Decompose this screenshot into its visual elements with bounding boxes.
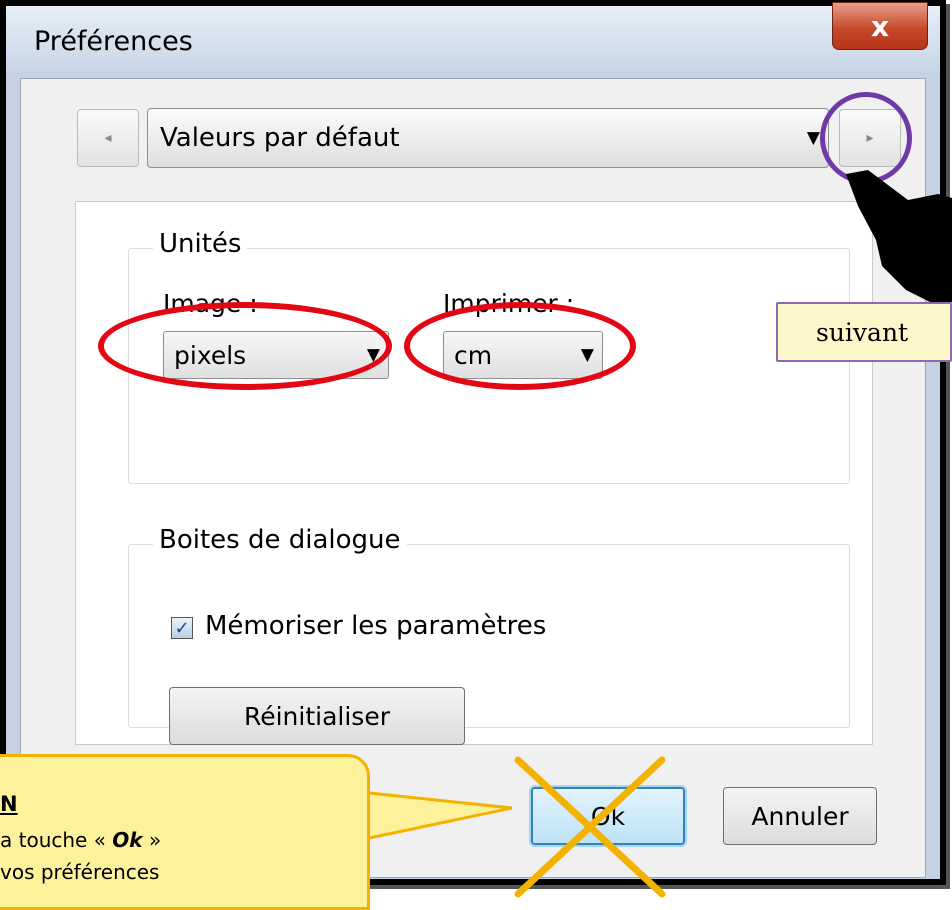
title-bar[interactable]: Préférences x <box>6 2 940 72</box>
chevron-down-icon: ▼ <box>806 128 820 148</box>
cross-out-icon <box>514 756 666 898</box>
checkmark-icon: ✓ <box>174 617 190 639</box>
page-select-value: Valeurs par défaut <box>160 123 400 153</box>
note-ok-key: Ok <box>112 828 143 852</box>
preferences-dialog: Préférences x ◂ Valeurs par défaut ▼ ▸ U… <box>0 0 946 885</box>
page-select[interactable]: Valeurs par défaut ▼ <box>147 108 829 168</box>
cancel-button[interactable]: Annuler <box>723 787 877 845</box>
reset-button[interactable]: Réinitialiser <box>169 687 465 745</box>
chevron-left-icon: ◂ <box>104 130 112 146</box>
dialogs-group: Boites de dialogue ✓ Mémoriser les param… <box>128 525 850 745</box>
dialogs-group-label: Boites de dialogue <box>153 525 407 555</box>
window-title: Préférences <box>34 26 193 57</box>
note-line-2: vos préférences <box>0 860 160 884</box>
print-units-highlight <box>404 302 636 390</box>
note-title: N <box>0 792 18 816</box>
settings-panel: Unités Image : pixels ▼ Imprimer : cm ▼ … <box>75 201 873 745</box>
previous-page-button[interactable]: ◂ <box>77 109 139 167</box>
pointing-hand-icon <box>846 170 952 306</box>
units-group-label: Unités <box>153 229 248 259</box>
next-callout: suivant <box>776 302 952 362</box>
remember-settings-checkbox[interactable]: ✓ <box>171 617 193 639</box>
remember-settings-label[interactable]: Mémoriser les paramètres <box>205 611 546 641</box>
close-button[interactable]: x <box>832 2 928 50</box>
note-line-1-suffix: » <box>142 828 162 852</box>
note-line-1: a touche « Ok » <box>0 828 161 852</box>
image-units-highlight <box>98 302 392 390</box>
note-line-1-prefix: a touche « <box>0 828 113 852</box>
